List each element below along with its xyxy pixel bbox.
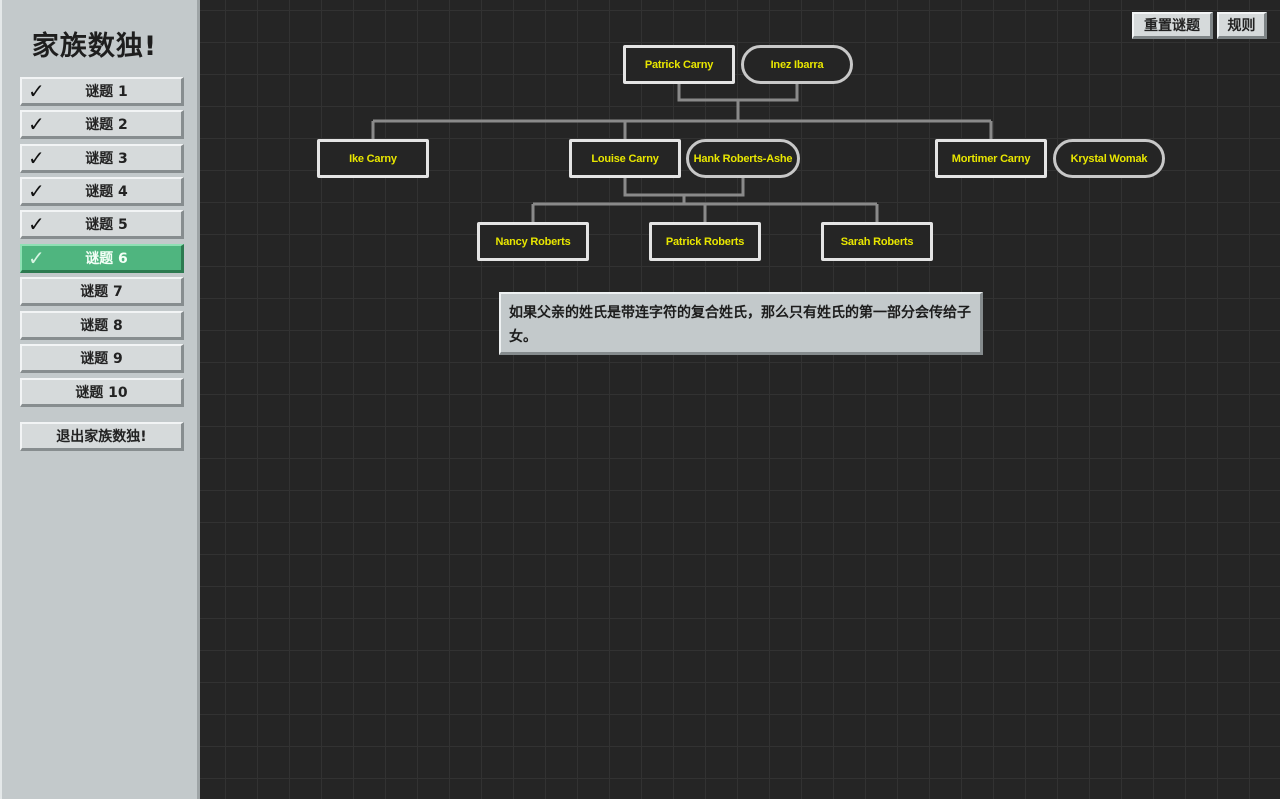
puzzle-sidebar: 家族数独! ✓ 谜题 1 ✓ 谜题 2 ✓ 谜题 3 ✓ 谜题 4 ✓ 谜题 5… [0, 0, 200, 799]
puzzle-button-7[interactable]: 谜题 7 [20, 277, 184, 306]
puzzle-label: 谜题 5 [85, 217, 128, 233]
puzzle-button-2[interactable]: ✓ 谜题 2 [20, 110, 184, 139]
puzzle-label: 谜题 8 [80, 318, 123, 334]
rules-button[interactable]: 规则 [1217, 12, 1267, 39]
checkmark-icon: ✓ [28, 212, 45, 236]
checkmark-icon: ✓ [28, 246, 45, 270]
puzzle-label: 谜题 1 [85, 84, 128, 100]
puzzle-button-4[interactable]: ✓ 谜题 4 [20, 177, 184, 206]
exit-button[interactable]: 退出家族数独! [20, 422, 184, 451]
person-node-inez-ibarra[interactable]: Inez Ibarra [741, 45, 853, 84]
person-node-patrick-carny[interactable]: Patrick Carny [623, 45, 735, 84]
person-node-hank-roberts-ashe[interactable]: Hank Roberts-Ashe [686, 139, 800, 178]
checkmark-icon: ✓ [28, 146, 45, 170]
person-node-patrick-roberts[interactable]: Patrick Roberts [649, 222, 761, 261]
person-node-nancy-roberts[interactable]: Nancy Roberts [477, 222, 589, 261]
puzzle-button-3[interactable]: ✓ 谜题 3 [20, 144, 184, 173]
puzzle-label: 谜题 3 [85, 151, 128, 167]
puzzle-board [200, 0, 1280, 799]
checkmark-icon: ✓ [28, 179, 45, 203]
clue-text: 如果父亲的姓氏是带连字符的复合姓氏，那么只有姓氏的第一部分会传给子女。 [509, 305, 971, 345]
person-node-louise-carny[interactable]: Louise Carny [569, 139, 681, 178]
puzzle-label: 谜题 9 [80, 351, 123, 367]
puzzle-label: 谜题 10 [75, 385, 128, 401]
puzzle-label: 谜题 6 [85, 251, 128, 267]
clue-box: 如果父亲的姓氏是带连字符的复合姓氏，那么只有姓氏的第一部分会传给子女。 [499, 292, 983, 355]
person-node-sarah-roberts[interactable]: Sarah Roberts [821, 222, 933, 261]
puzzle-button-1[interactable]: ✓ 谜题 1 [20, 77, 184, 106]
puzzle-button-9[interactable]: 谜题 9 [20, 344, 184, 373]
person-node-krystal-womak[interactable]: Krystal Womak [1053, 139, 1165, 178]
puzzle-button-8[interactable]: 谜题 8 [20, 311, 184, 340]
puzzle-button-5[interactable]: ✓ 谜题 5 [20, 210, 184, 239]
checkmark-icon: ✓ [28, 79, 45, 103]
person-node-ike-carny[interactable]: Ike Carny [317, 139, 429, 178]
puzzle-button-6[interactable]: ✓ 谜题 6 [20, 244, 184, 273]
puzzle-button-10[interactable]: 谜题 10 [20, 378, 184, 407]
puzzle-label: 谜题 2 [85, 117, 128, 133]
game-title: 家族数独! [31, 31, 158, 62]
person-node-mortimer-carny[interactable]: Mortimer Carny [935, 139, 1047, 178]
checkmark-icon: ✓ [28, 112, 45, 136]
puzzle-label: 谜题 7 [80, 284, 123, 300]
puzzle-label: 谜题 4 [85, 184, 128, 200]
reset-puzzle-button[interactable]: 重置谜题 [1132, 12, 1213, 39]
